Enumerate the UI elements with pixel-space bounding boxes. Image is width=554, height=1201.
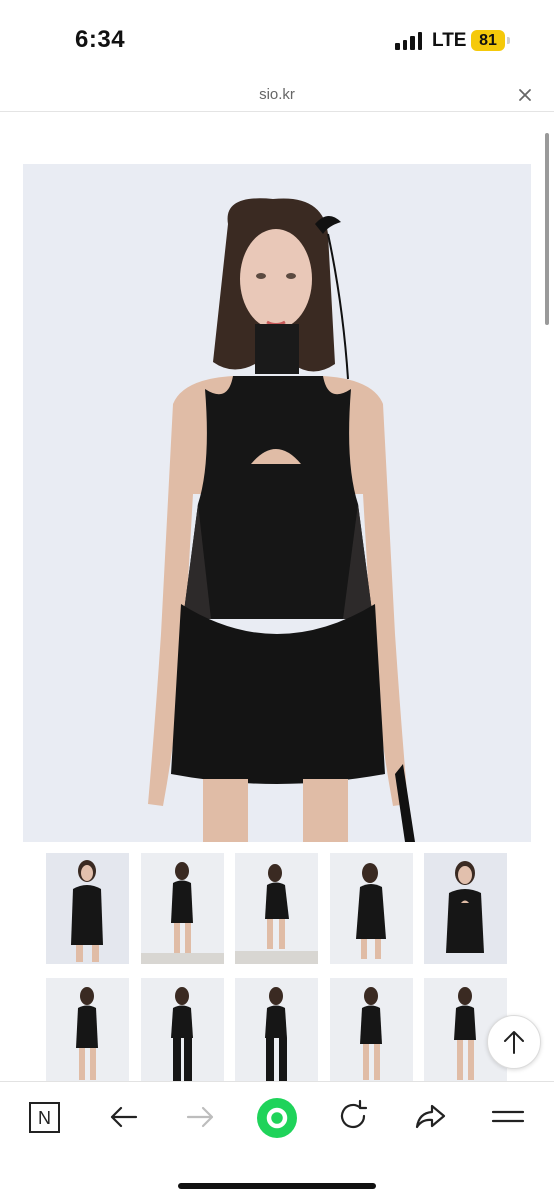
home-indicator[interactable] [178, 1183, 376, 1189]
product-main-image [23, 164, 531, 842]
arrow-left-icon [110, 1106, 138, 1128]
product-thumbnail[interactable] [330, 853, 413, 964]
share-icon [415, 1104, 446, 1129]
reload-icon [340, 1099, 368, 1129]
naver-n-icon: N [29, 1102, 60, 1133]
close-icon[interactable] [516, 86, 534, 104]
arrow-right-icon [186, 1106, 214, 1128]
page-scrollbar[interactable] [545, 133, 549, 325]
product-thumbnail[interactable] [141, 853, 224, 964]
url-text[interactable]: sio.kr [0, 86, 554, 103]
status-bar: 6:34 LTE 81 [0, 0, 554, 80]
forward-button[interactable] [182, 1098, 226, 1142]
product-thumbnail[interactable] [141, 978, 224, 1089]
product-thumbnail[interactable] [46, 853, 129, 964]
signal-icon [395, 32, 422, 50]
product-thumbnail[interactable] [330, 978, 413, 1089]
menu-icon [491, 1110, 525, 1123]
back-button[interactable] [106, 1098, 150, 1142]
product-thumbnail[interactable] [235, 978, 318, 1089]
product-thumbnail[interactable] [46, 978, 129, 1089]
clock: 6:34 [75, 26, 126, 53]
menu-button[interactable] [490, 1098, 534, 1142]
reload-button[interactable] [336, 1098, 380, 1142]
battery-icon: 81 [471, 30, 505, 51]
share-button[interactable] [412, 1098, 456, 1142]
product-thumbnail[interactable] [235, 853, 318, 964]
green-circle-icon [257, 1098, 297, 1138]
arrow-up-icon [504, 1031, 524, 1054]
green-dot-button[interactable] [255, 1096, 299, 1140]
battery-cap [507, 37, 510, 44]
url-bar[interactable]: sio.kr [0, 80, 554, 112]
naver-letter: N [38, 1108, 51, 1128]
network-type: LTE [432, 30, 467, 51]
scroll-top-button[interactable] [487, 1015, 541, 1069]
naver-home-button[interactable]: N [27, 1098, 71, 1142]
product-thumbnail[interactable] [424, 853, 507, 964]
